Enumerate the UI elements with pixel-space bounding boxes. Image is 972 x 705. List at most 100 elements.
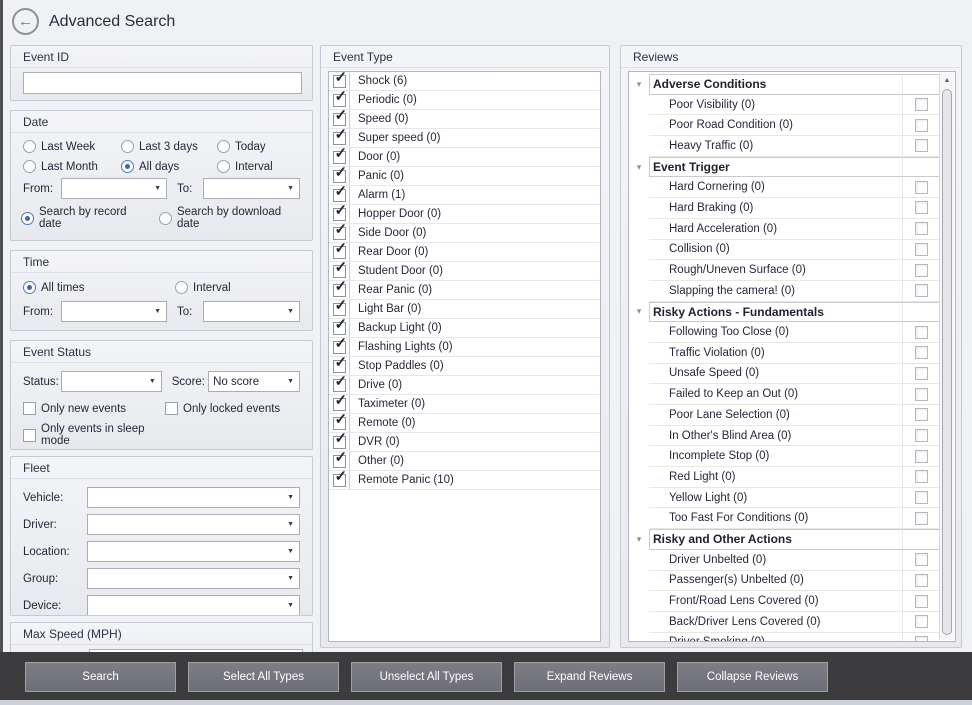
radio-icon[interactable] <box>23 160 36 173</box>
event-status-checkbox-option[interactable]: Only locked events <box>165 402 300 415</box>
checkbox-icon[interactable] <box>23 429 36 442</box>
review-checkbox[interactable] <box>915 574 928 587</box>
fleet-field-dropdown[interactable]: ▼ <box>87 568 300 589</box>
radio-icon[interactable] <box>23 140 36 153</box>
footer-button[interactable]: Unselect All Types <box>351 662 502 692</box>
radio-icon[interactable] <box>23 281 36 294</box>
event-status-checkbox-option[interactable]: Only new events <box>23 402 165 415</box>
review-checkbox[interactable] <box>915 284 928 297</box>
review-checkbox[interactable] <box>915 450 928 463</box>
radio-icon[interactable] <box>217 140 230 153</box>
time-to-dropdown[interactable]: ▼ <box>203 301 300 322</box>
time-from-dropdown[interactable]: ▼ <box>61 301 167 322</box>
review-row[interactable]: Incomplete Stop (0) <box>629 446 939 467</box>
event-type-row[interactable]: ✓ Remote (0) <box>329 414 600 433</box>
event-type-row[interactable]: ✓ Student Door (0) <box>329 262 600 281</box>
event-type-row[interactable]: ✓ Other (0) <box>329 452 600 471</box>
review-row[interactable]: Yellow Light (0) <box>629 488 939 509</box>
date-radio-option[interactable]: Interval <box>217 160 300 173</box>
review-row[interactable]: Red Light (0) <box>629 467 939 488</box>
time-radio-option[interactable]: Interval <box>175 281 300 294</box>
review-checkbox[interactable] <box>915 98 928 111</box>
review-row[interactable]: Traffic Violation (0) <box>629 343 939 364</box>
review-checkbox[interactable] <box>915 264 928 277</box>
footer-button[interactable]: Search <box>25 662 176 692</box>
review-checkbox[interactable] <box>915 491 928 504</box>
event-type-row[interactable]: ✓ Light Bar (0) <box>329 300 600 319</box>
event-type-row[interactable]: ✓ Alarm (1) <box>329 186 600 205</box>
date-radio-option[interactable]: Today <box>217 140 300 153</box>
review-checkbox[interactable] <box>915 470 928 483</box>
review-checkbox[interactable] <box>915 367 928 380</box>
review-row[interactable]: ▾ Event Trigger <box>629 157 939 178</box>
review-row[interactable]: Failed to Keep an Out (0) <box>629 384 939 405</box>
review-row[interactable]: Collision (0) <box>629 240 939 261</box>
review-row[interactable]: Hard Acceleration (0) <box>629 219 939 240</box>
review-checkbox[interactable] <box>915 615 928 628</box>
review-checkbox[interactable] <box>915 201 928 214</box>
date-radio-option[interactable]: Last Week <box>23 140 121 153</box>
review-row[interactable]: Heavy Traffic (0) <box>629 136 939 157</box>
date-mode-option[interactable]: Search by record date <box>21 206 148 230</box>
collapse-arrow-icon[interactable]: ▾ <box>637 79 642 90</box>
fleet-field-dropdown[interactable]: ▼ <box>87 595 300 616</box>
scroll-up-icon[interactable]: ▲ <box>940 73 954 87</box>
date-to-dropdown[interactable]: ▼ <box>203 178 300 199</box>
review-checkbox[interactable] <box>915 595 928 608</box>
review-checkbox[interactable] <box>915 512 928 525</box>
score-dropdown[interactable]: No score ▼ <box>208 371 300 392</box>
review-checkbox[interactable] <box>915 636 928 641</box>
event-status-checkbox-option[interactable]: Only events in sleep mode <box>23 423 165 447</box>
event-type-row[interactable]: ✓ Hopper Door (0) <box>329 205 600 224</box>
scrollbar-thumb[interactable] <box>942 89 952 635</box>
date-mode-option[interactable]: Search by download date <box>159 206 302 230</box>
date-radio-option[interactable]: All days <box>121 160 217 173</box>
event-type-row[interactable]: ✓ Remote Panic (10) <box>329 471 600 490</box>
reviews-scrollbar[interactable]: ▲ <box>939 73 954 640</box>
event-type-row[interactable]: ✓ Periodic (0) <box>329 91 600 110</box>
event-type-row[interactable]: ✓ Backup Light (0) <box>329 319 600 338</box>
radio-icon[interactable] <box>21 212 34 225</box>
review-row[interactable]: Poor Road Condition (0) <box>629 115 939 136</box>
review-row[interactable]: Driver Unbelted (0) <box>629 550 939 571</box>
review-row[interactable]: Too Fast For Conditions (0) <box>629 508 939 529</box>
collapse-arrow-icon[interactable]: ▾ <box>637 162 642 173</box>
review-row[interactable]: Poor Visibility (0) <box>629 95 939 116</box>
review-checkbox[interactable] <box>915 429 928 442</box>
checkbox-icon[interactable] <box>165 402 178 415</box>
review-row[interactable]: Rough/Uneven Surface (0) <box>629 260 939 281</box>
radio-icon[interactable] <box>217 160 230 173</box>
date-radio-option[interactable]: Last Month <box>23 160 121 173</box>
review-checkbox[interactable] <box>915 346 928 359</box>
review-row[interactable]: Driver Smoking (0) <box>629 633 939 641</box>
footer-button[interactable]: Select All Types <box>188 662 339 692</box>
radio-icon[interactable] <box>175 281 188 294</box>
review-row[interactable]: ▾ Risky Actions - Fundamentals <box>629 302 939 323</box>
review-checkbox[interactable] <box>915 388 928 401</box>
event-type-row[interactable]: ✓ Stop Paddles (0) <box>329 357 600 376</box>
review-row[interactable]: ▾ Risky and Other Actions <box>629 529 939 550</box>
review-row[interactable]: Following Too Close (0) <box>629 322 939 343</box>
fleet-field-dropdown[interactable]: ▼ <box>87 514 300 535</box>
review-checkbox[interactable] <box>915 119 928 132</box>
event-id-input[interactable] <box>23 72 302 94</box>
review-checkbox[interactable] <box>915 139 928 152</box>
event-type-row[interactable]: ✓ DVR (0) <box>329 433 600 452</box>
review-row[interactable]: Passenger(s) Unbelted (0) <box>629 571 939 592</box>
event-type-row[interactable]: ✓ Rear Door (0) <box>329 243 600 262</box>
radio-icon[interactable] <box>159 212 172 225</box>
event-type-row[interactable]: ✓ Shock (6) <box>329 72 600 91</box>
review-row[interactable]: ▾ Adverse Conditions <box>629 74 939 95</box>
review-checkbox[interactable] <box>915 243 928 256</box>
back-button[interactable]: ← <box>12 8 39 35</box>
collapse-arrow-icon[interactable]: ▾ <box>637 534 642 545</box>
footer-button[interactable]: Collapse Reviews <box>677 662 828 692</box>
review-row[interactable]: Hard Braking (0) <box>629 198 939 219</box>
footer-button[interactable]: Expand Reviews <box>514 662 665 692</box>
review-row[interactable]: Poor Lane Selection (0) <box>629 405 939 426</box>
collapse-arrow-icon[interactable]: ▾ <box>637 306 642 317</box>
event-type-row[interactable]: ✓ Rear Panic (0) <box>329 281 600 300</box>
event-type-row[interactable]: ✓ Door (0) <box>329 148 600 167</box>
event-type-row[interactable]: ✓ Super speed (0) <box>329 129 600 148</box>
review-checkbox[interactable] <box>915 222 928 235</box>
